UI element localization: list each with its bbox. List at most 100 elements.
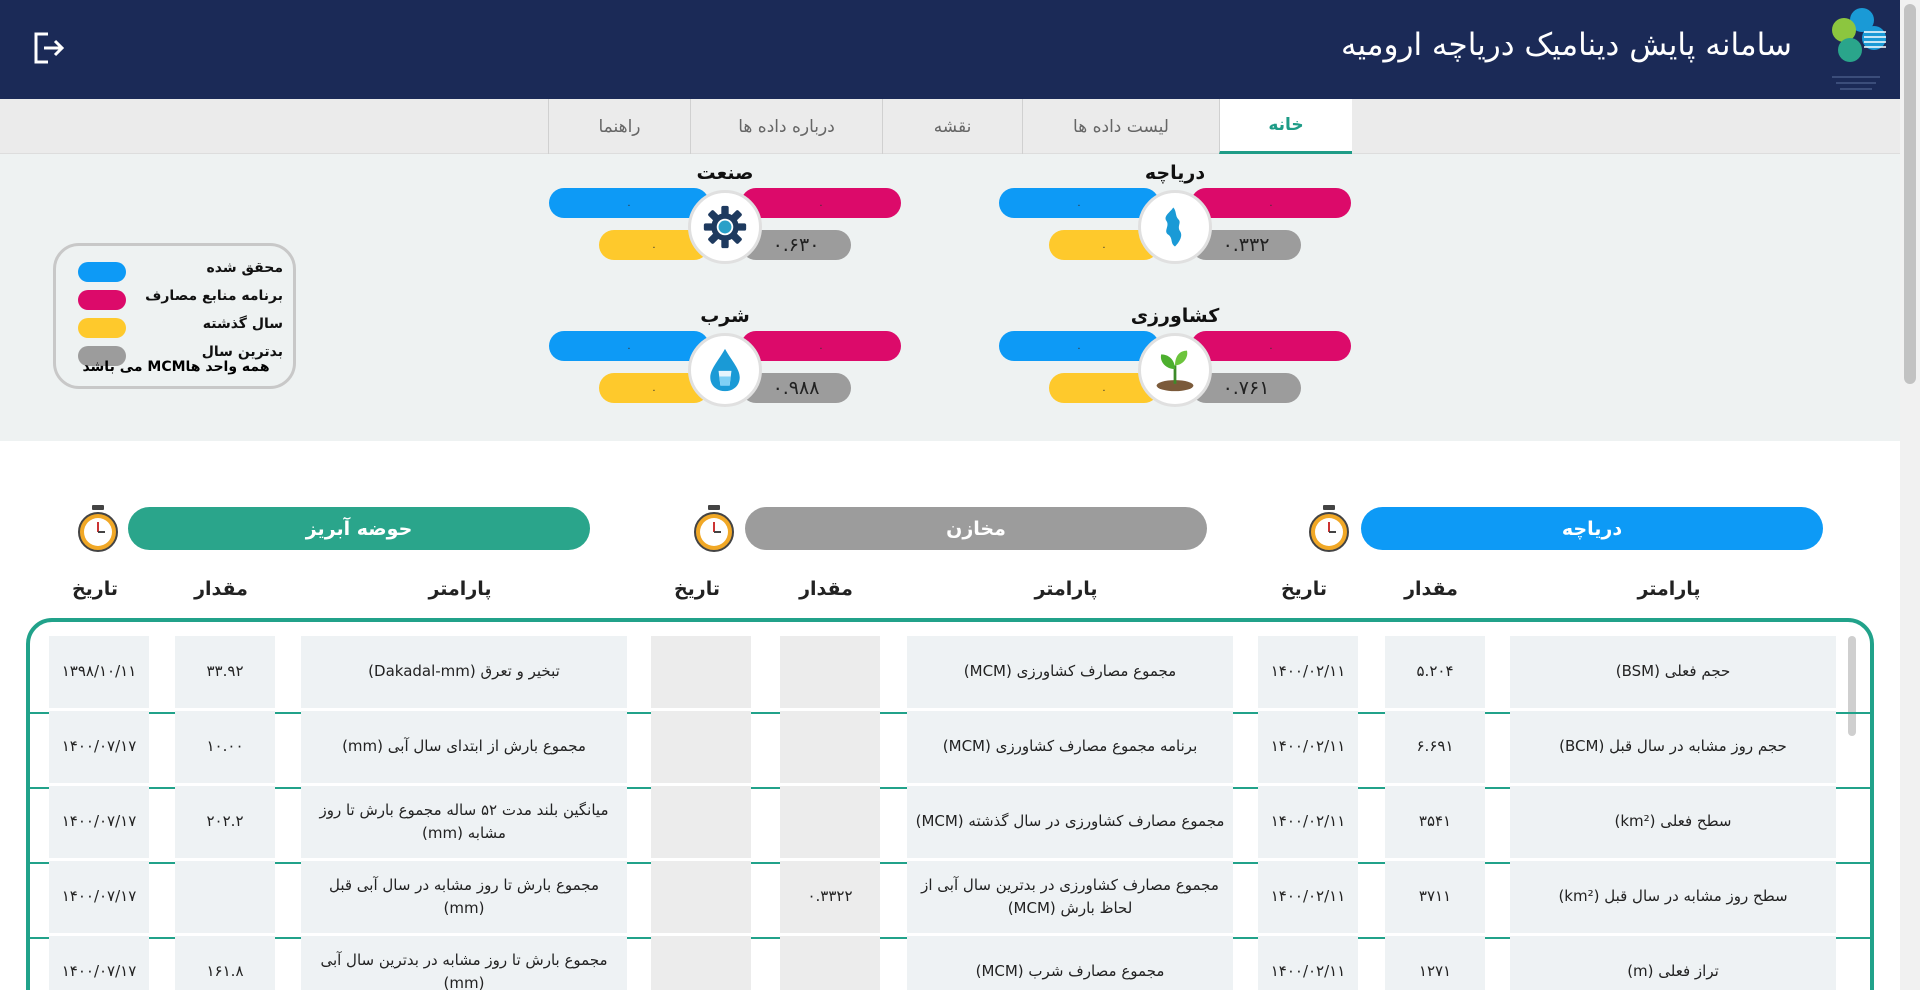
cell-reservoir-value bbox=[780, 786, 880, 858]
card-title: دریاچه bbox=[1144, 162, 1206, 184]
cell-reservoir-value bbox=[780, 636, 880, 708]
cell-basin-value: ۱۰.۰۰ bbox=[175, 711, 275, 783]
col-header-date: تاریخ bbox=[71, 578, 119, 600]
bar-achieved: . bbox=[549, 331, 709, 361]
section-reservoirs-button[interactable]: مخازن bbox=[745, 507, 1207, 550]
legend-swatch bbox=[78, 290, 126, 310]
page-scrollbar[interactable] bbox=[1900, 0, 1920, 990]
cell-basin-value: ۳۳.۹۲ bbox=[175, 636, 275, 708]
cell-reservoir-value: ۰.۳۳۲۲ bbox=[780, 861, 880, 933]
cell-lake-value: ۳۷۱۱ bbox=[1385, 861, 1485, 933]
cell-reservoir-value bbox=[780, 711, 880, 783]
col-header-value: مقدار bbox=[1404, 578, 1458, 600]
legend-label: بدترین سال bbox=[201, 344, 283, 360]
legend-item: محقق شده bbox=[78, 260, 283, 282]
gear-icon bbox=[688, 190, 762, 264]
cell-reservoir-value bbox=[780, 936, 880, 990]
cell-reservoir-param: مجموع مصارف کشاورزی در سال گذشته (MCM) bbox=[907, 786, 1233, 858]
legend-label: برنامه منابع مصارف bbox=[145, 288, 283, 304]
cell-basin-value: ۱۶۱.۸ bbox=[175, 936, 275, 990]
tab-about-data[interactable]: درباره داده ها bbox=[690, 99, 882, 154]
cell-basin-date: ۱۴۰۰/۰۷/۱۷ bbox=[49, 786, 149, 858]
bar-achieved: . bbox=[549, 188, 709, 218]
cell-basin-param: مجموع بارش از ابتدای سال آبی (mm) bbox=[301, 711, 627, 783]
bar-plan: . bbox=[1191, 331, 1351, 361]
cell-lake-value: ۳۵۴۱ bbox=[1385, 786, 1485, 858]
tab-help[interactable]: راهنما bbox=[548, 99, 690, 154]
legend-swatch bbox=[78, 262, 126, 282]
stopwatch-icon[interactable] bbox=[692, 503, 736, 553]
card-industry: صنعت . . . ۰.۶۳۰ bbox=[549, 154, 901, 264]
tab-bar: خانه لیست داده ها نقشه درباره داده ها را… bbox=[0, 99, 1900, 154]
cell-reservoir-date bbox=[651, 786, 751, 858]
table-scrollbar[interactable] bbox=[1848, 636, 1856, 736]
cell-basin-date: ۱۴۰۰/۰۷/۱۷ bbox=[49, 936, 149, 990]
summary-panel: دریاچه . . . ۰.۳۳۲ صنعت . . . ۰.۶۳۰ کشاو… bbox=[0, 154, 1900, 441]
cell-basin-value bbox=[175, 861, 275, 933]
cell-lake-param: حجم روز مشابه در سال قبل (BCM) bbox=[1510, 711, 1836, 783]
col-header-param: پارامتر bbox=[428, 578, 492, 600]
col-header-date: تاریخ bbox=[673, 578, 721, 600]
bar-plan: . bbox=[741, 331, 901, 361]
card-title: صنعت bbox=[696, 162, 754, 184]
cell-lake-value: ۱۲۷۱ bbox=[1385, 936, 1485, 990]
data-table: حجم فعلی (BSM) ۵.۲۰۴ ۱۴۰۰/۰۲/۱۱ مجموع مص… bbox=[26, 618, 1874, 990]
cell-reservoir-date bbox=[651, 936, 751, 990]
cell-reservoir-param: برنامه مجموع مصارف کشاورزی (MCM) bbox=[907, 711, 1233, 783]
cell-lake-param: تراز فعلی (m) bbox=[1510, 936, 1836, 990]
bar-plan: . bbox=[1191, 188, 1351, 218]
bar-plan: . bbox=[741, 188, 901, 218]
app-title: سامانه پایش دینامیک دریاچه ارومیه bbox=[1340, 27, 1792, 63]
stopwatch-icon[interactable] bbox=[76, 503, 120, 553]
scrollbar-thumb[interactable] bbox=[1904, 4, 1916, 384]
cell-lake-date: ۱۴۰۰/۰۲/۱۱ bbox=[1258, 711, 1358, 783]
stopwatch-icon[interactable] bbox=[1307, 503, 1351, 553]
cell-basin-date: ۱۴۰۰/۰۷/۱۷ bbox=[49, 861, 149, 933]
cell-lake-value: ۶.۶۹۱ bbox=[1385, 711, 1485, 783]
logo bbox=[1832, 8, 1886, 90]
bar-achieved: . bbox=[999, 188, 1159, 218]
cell-basin-param: میانگین بلند مدت ۵۲ ساله مجموع بارش تا ر… bbox=[301, 786, 627, 858]
card-title: کشاورزی bbox=[1130, 305, 1220, 327]
cell-basin-date: ۱۳۹۸/۱۰/۱۱ bbox=[49, 636, 149, 708]
section-lake-button[interactable]: دریاچه bbox=[1361, 507, 1823, 550]
cell-basin-date: ۱۴۰۰/۰۷/۱۷ bbox=[49, 711, 149, 783]
legend-item: برنامه منابع مصارف bbox=[78, 288, 283, 310]
cell-reservoir-date bbox=[651, 636, 751, 708]
col-header-param: پارامتر bbox=[1034, 578, 1098, 600]
cell-lake-param: حجم فعلی (BSM) bbox=[1510, 636, 1836, 708]
legend-units-note: همه واحد هاMCM می باشد bbox=[82, 359, 270, 375]
tab-map[interactable]: نقشه bbox=[882, 99, 1022, 154]
cell-reservoir-param: مجموع مصارف کشاورزی (MCM) bbox=[907, 636, 1233, 708]
cell-lake-date: ۱۴۰۰/۰۲/۱۱ bbox=[1258, 861, 1358, 933]
plant-icon bbox=[1138, 333, 1212, 407]
cell-basin-value: ۲۰۲.۲ bbox=[175, 786, 275, 858]
app-header: سامانه پایش دینامیک دریاچه ارومیه bbox=[0, 0, 1900, 99]
legend-item: سال گذشته bbox=[78, 316, 283, 338]
logout-icon[interactable] bbox=[30, 30, 66, 66]
water-drop-icon bbox=[688, 333, 762, 407]
cell-lake-date: ۱۴۰۰/۰۲/۱۱ bbox=[1258, 636, 1358, 708]
col-header-param: پارامتر bbox=[1637, 578, 1701, 600]
cell-lake-date: ۱۴۰۰/۰۲/۱۱ bbox=[1258, 786, 1358, 858]
cell-basin-param: تبخیر و تعرق (Dakadal-mm) bbox=[301, 636, 627, 708]
card-lake: دریاچه . . . ۰.۳۳۲ bbox=[999, 154, 1351, 264]
cell-lake-value: ۵.۲۰۴ bbox=[1385, 636, 1485, 708]
card-agriculture: کشاورزی . . . ۰.۷۶۱ bbox=[999, 297, 1351, 407]
section-basin-button[interactable]: حوضه آبریز bbox=[128, 507, 590, 550]
cell-reservoir-param: مجموع مصارف کشاورزی در بدترین سال آبی از… bbox=[907, 861, 1233, 933]
col-header-value: مقدار bbox=[799, 578, 853, 600]
cell-lake-param: سطح روز مشابه در سال قبل (km²) bbox=[1510, 861, 1836, 933]
cell-lake-date: ۱۴۰۰/۰۲/۱۱ bbox=[1258, 936, 1358, 990]
cell-basin-param: مجموع بارش تا روز مشابه در بدترین سال آب… bbox=[301, 936, 627, 990]
tab-home[interactable]: خانه bbox=[1219, 99, 1352, 154]
card-title: شرب bbox=[700, 305, 750, 327]
legend-label: محقق شده bbox=[206, 260, 283, 276]
bar-achieved: . bbox=[999, 331, 1159, 361]
cell-basin-param: مجموع بارش تا روز مشابه در سال آبی قبل (… bbox=[301, 861, 627, 933]
legend-label: سال گذشته bbox=[202, 316, 283, 332]
lake-map-icon bbox=[1138, 190, 1212, 264]
legend: محقق شده برنامه منابع مصارف سال گذشته بد… bbox=[53, 243, 296, 389]
col-header-date: تاریخ bbox=[1280, 578, 1328, 600]
tab-data-list[interactable]: لیست داده ها bbox=[1022, 99, 1219, 154]
